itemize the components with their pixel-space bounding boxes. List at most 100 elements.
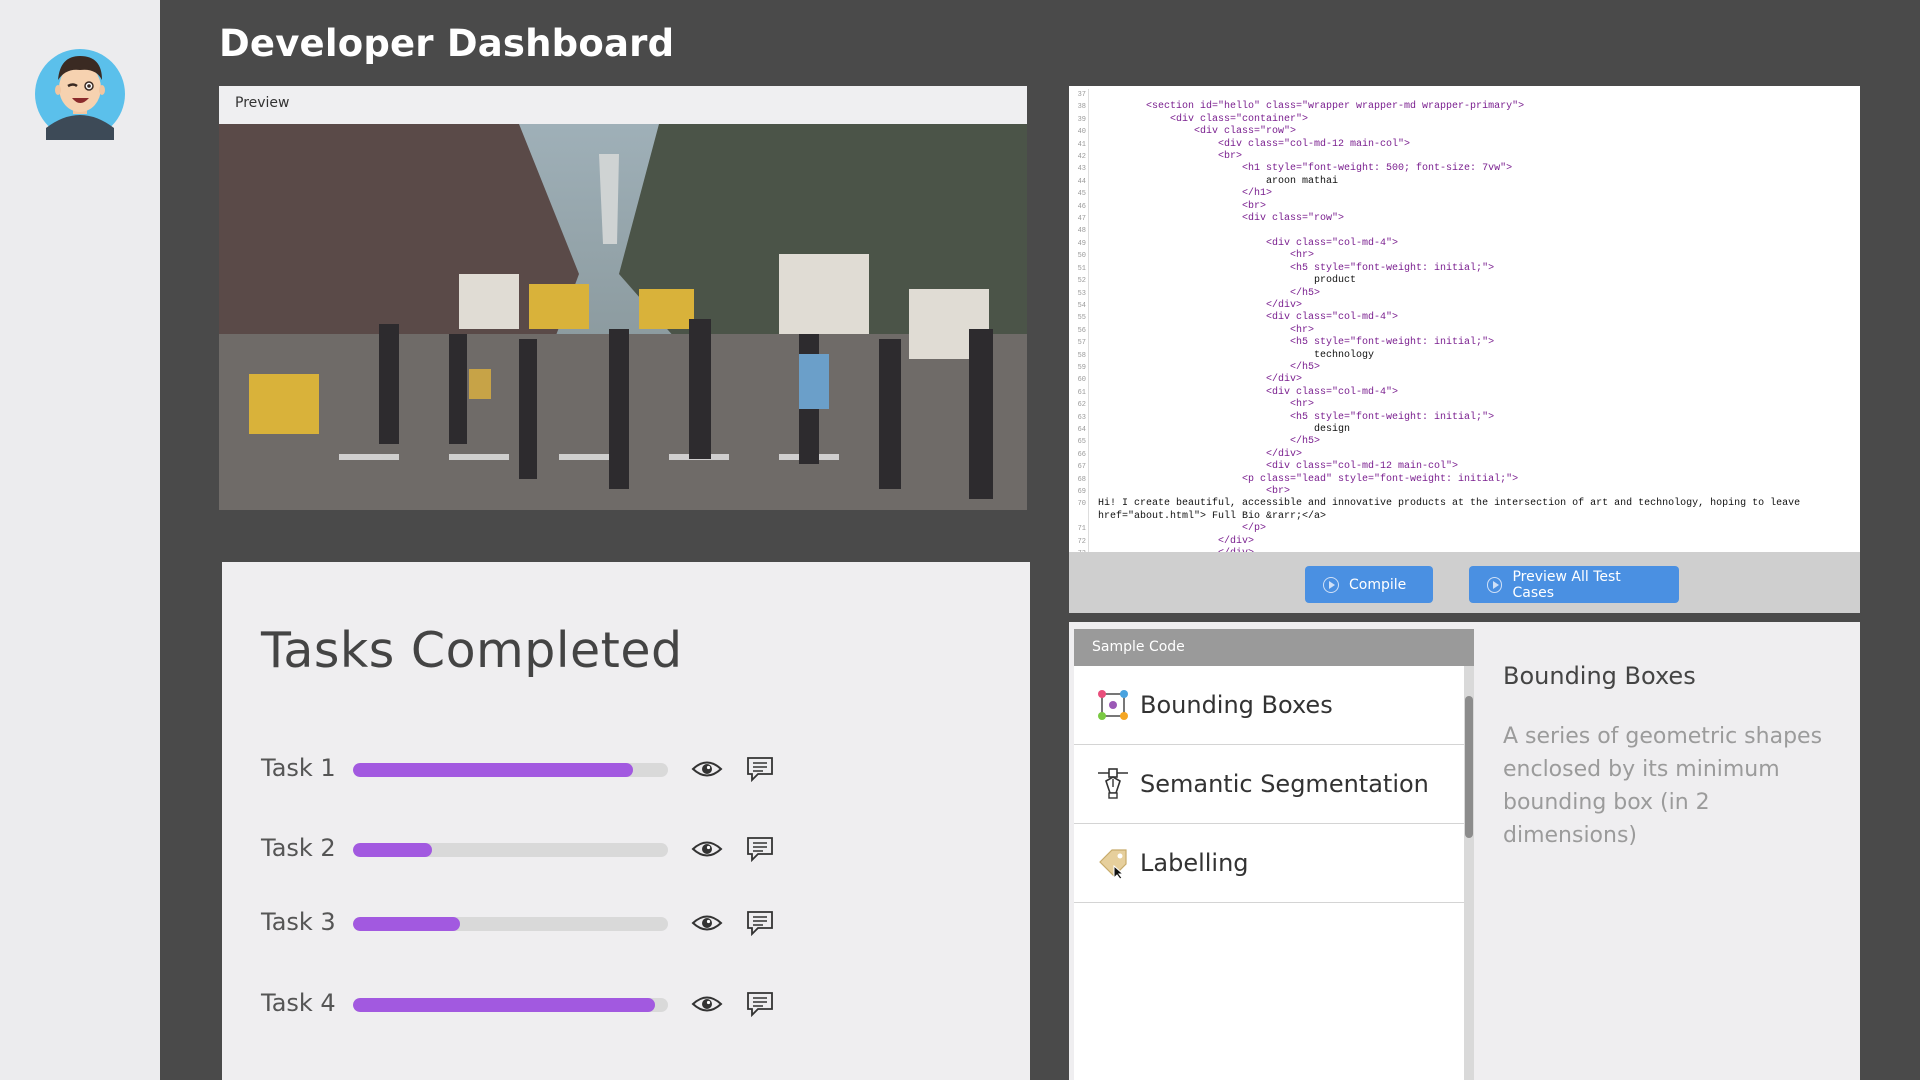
line-number: 58 [1069,349,1089,362]
eye-icon[interactable] [691,758,723,780]
code-text: </h5> [1098,436,1321,448]
code-text: <br> [1098,486,1291,497]
code-text: Hi! I create beautiful, accessible and i… [1098,498,1801,510]
code-text: <h5 style="font-weight: initial;"> [1098,262,1495,274]
line-number: 62 [1069,399,1089,412]
code-line: 68 <p class="lead" style="font-weight: i… [1069,473,1860,486]
task-progress-bar [353,917,668,931]
code-text: technology [1098,349,1375,361]
code-line: 38 <section id="hello" class="wrapper wr… [1069,101,1860,114]
scrollbar-thumb[interactable] [1465,696,1473,838]
line-number: 37 [1069,89,1089,102]
sample-item-semantic-segmentation[interactable]: Semantic Segmentation [1074,745,1464,824]
code-line: 43 <h1 style="font-weight: 500; font-siz… [1069,163,1860,176]
line-number: 55 [1069,312,1089,325]
tasks-title: Tasks Completed [261,622,683,679]
sample-item-bounding-boxes[interactable]: Bounding Boxes [1074,666,1464,745]
code-text: <div class="col-md-12 main-col"> [1098,138,1411,150]
line-number: 70 [1069,498,1089,511]
task-progress-fill [353,843,432,857]
eye-icon[interactable] [691,838,723,860]
code-text: <br> [1098,200,1267,212]
line-number: 61 [1069,386,1089,400]
code-line: 48 [1069,225,1860,238]
preview-image [219,124,1027,510]
code-text: <br> [1098,151,1243,163]
line-number: 51 [1069,262,1089,276]
code-text: <h1 style="font-weight: 500; font-size: … [1098,163,1513,175]
play-icon [1487,576,1503,593]
code-text: product [1098,275,1357,287]
preview-test-cases-button[interactable]: Preview All Test Cases [1469,566,1679,603]
task-progress-bar [353,763,668,777]
code-line: 49 <div class="col-md-4"> [1069,237,1860,251]
scrollbar[interactable] [1464,666,1474,1080]
code-text: <div class="row"> [1098,213,1345,225]
comment-icon[interactable] [746,756,774,782]
line-number: 67 [1069,461,1089,474]
code-line: 53 </h5> [1069,287,1860,300]
preview-test-cases-label: Preview All Test Cases [1512,568,1621,601]
code-text: </h5> [1098,361,1321,373]
code-line: 61 <div class="col-md-4"> [1069,386,1860,400]
pen-tool-icon [1098,768,1128,799]
code-view[interactable]: 37 38 <section id="hello" class="wrapper … [1069,86,1860,552]
line-number: 46 [1069,200,1089,214]
bounding-box-icon [1098,690,1128,720]
code-text: </h5> [1098,287,1321,299]
line-number: 68 [1069,473,1089,486]
line-number: 42 [1069,151,1089,164]
comment-icon[interactable] [746,910,774,936]
code-line: 46 <br> [1069,200,1860,214]
code-text: <h5 style="font-weight: initial;"> [1098,411,1495,423]
code-line: 56 <hr> [1069,324,1860,338]
code-line: 64 design [1069,423,1860,437]
code-text: aroon mathai [1098,175,1339,187]
detail-description: A series of geometric shapes enclosed by… [1503,724,1823,848]
line-number: 50 [1069,250,1089,263]
line-number: 71 [1069,523,1089,536]
play-icon [1323,576,1339,593]
code-line: 40 <div class="row"> [1069,126,1860,139]
code-text: <hr> [1098,250,1315,262]
avatar[interactable] [34,40,126,140]
line-number: 66 [1069,448,1089,462]
sample-code-panel: Sample Code Bounding Boxes Semantic Segm… [1069,622,1860,1080]
line-number: 64 [1069,423,1089,437]
code-line: 69 <br> [1069,486,1860,499]
tag-icon [1099,849,1127,880]
code-text: </div> [1098,374,1303,386]
code-text: <div class="row"> [1098,126,1297,138]
sample-item-labelling[interactable]: Labelling [1074,824,1464,903]
code-text: <div class="col-md-4"> [1098,237,1399,249]
eye-icon[interactable] [691,993,723,1015]
code-line: 67 <div class="col-md-12 main-col"> [1069,461,1860,474]
preview-panel: Preview [219,86,1027,510]
tasks-panel: Tasks Completed Task 1 Task 2 Task 3 Tas… [222,562,1030,1080]
comment-icon[interactable] [746,836,774,862]
code-editor: 37 38 <section id="hello" class="wrapper … [1069,86,1860,613]
task-label: Task 3 [261,908,336,936]
line-number: 63 [1069,411,1089,424]
compile-button[interactable]: Compile [1305,566,1433,603]
eye-icon[interactable] [691,912,723,934]
line-number: 41 [1069,138,1089,152]
code-line: 52 product [1069,275,1860,288]
code-line: 54 </div> [1069,299,1860,313]
line-number: 59 [1069,361,1089,375]
comment-icon[interactable] [746,991,774,1017]
sample-code-header: Sample Code [1074,629,1474,666]
code-line: 66 </div> [1069,448,1860,462]
code-text: </div> [1098,448,1303,460]
line-number: 38 [1069,101,1089,114]
sidebar [0,0,160,1080]
line-number: 54 [1069,299,1089,313]
code-text: <section id="hello" class="wrapper wrapp… [1098,101,1525,113]
code-line: 47 <div class="row"> [1069,213,1860,226]
code-line: 70 Hi! I create beautiful, accessible and… [1069,498,1860,511]
code-line: 51 <h5 style="font-weight: initial;"> [1069,262,1860,276]
line-number: 52 [1069,275,1089,288]
task-progress-fill [353,917,461,931]
line-number: 53 [1069,287,1089,300]
line-number [1069,510,1089,524]
